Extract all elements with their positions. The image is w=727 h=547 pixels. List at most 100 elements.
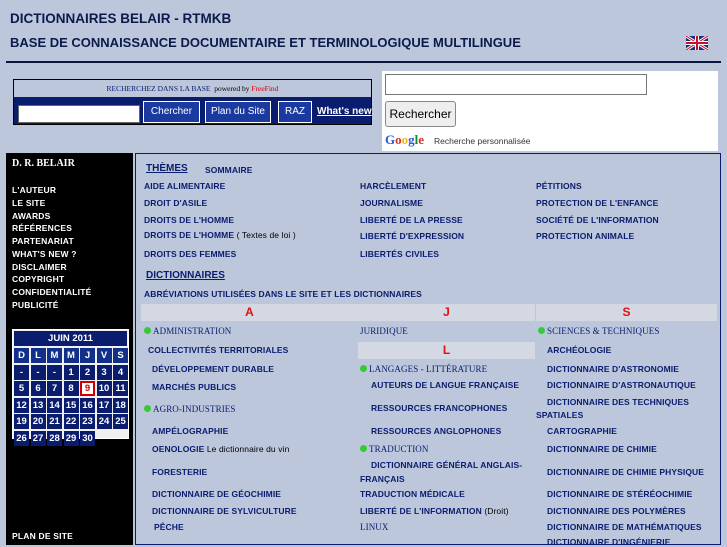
sitemap-button[interactable]: Plan du Site — [205, 101, 271, 123]
theme-womens-rights[interactable]: DROITS DES FEMMES — [144, 249, 236, 259]
reset-button[interactable]: RAZ — [278, 101, 312, 123]
dict-general-en-fr-line2[interactable]: FRANÇAIS — [360, 474, 405, 484]
dict-geochemistry[interactable]: DICTIONNAIRE DE GÉOCHIMIE — [152, 489, 281, 499]
dict-agro-industries[interactable]: AGRO-INDUSTRIES — [144, 404, 236, 414]
calendar-day[interactable]: 9 — [80, 381, 95, 396]
dict-astronomy[interactable]: DICTIONNAIRE D'ASTRONOMIE — [547, 364, 679, 374]
summary-link[interactable]: SOMMAIRE — [205, 165, 253, 175]
calendar-day[interactable]: 8 — [63, 381, 79, 396]
dict-cartography[interactable]: CARTOGRAPHIE — [547, 426, 617, 436]
dict-public-procurement[interactable]: MARCHÉS PUBLICS — [152, 382, 236, 392]
theme-human-rights[interactable]: DROITS DE L'HOMME — [144, 215, 234, 225]
sidebar-link-copyright[interactable]: COPYRIGHT — [12, 274, 64, 284]
sidebar-link-whats-new[interactable]: WHAT'S NEW ? — [12, 249, 77, 259]
dict-silviculture[interactable]: DICTIONNAIRE DE SYLVICULTURE — [152, 506, 297, 516]
dict-stereochemistry[interactable]: DICTIONNAIRE DE STÉRÉOCHIMIE — [547, 489, 692, 499]
calendar-day[interactable]: 23 — [80, 414, 95, 429]
dict-french-authors[interactable]: AUTEURS DE LANGUE FRANÇAISE — [371, 380, 519, 390]
sidebar-link-sitemap[interactable]: PLAN DE SITE — [12, 531, 73, 541]
calendar-day[interactable]: 24 — [96, 414, 112, 429]
dict-general-en-fr[interactable]: DICTIONNAIRE GÉNÉRAL ANGLAIS- — [371, 460, 522, 470]
uk-flag-icon[interactable] — [686, 36, 708, 50]
sidebar-link-references[interactable]: RÉFÉRENCES — [12, 223, 72, 233]
calendar-day[interactable]: 5 — [14, 381, 29, 396]
calendar-day[interactable]: 15 — [63, 397, 79, 413]
theme-human-rights-laws[interactable]: DROITS DE L'HOMME ( Textes de loi ) — [144, 230, 296, 240]
dict-francophone-resources[interactable]: RESSOURCES FRANCOPHONES — [371, 403, 507, 413]
calendar-day[interactable]: 19 — [14, 414, 29, 429]
theme-harassment[interactable]: HARCÈLEMENT — [360, 181, 426, 191]
dict-anglophone-resources[interactable]: RESSOURCES ANGLOPHONES — [371, 426, 501, 436]
calendar-day[interactable]: 18 — [113, 397, 128, 413]
theme-press-freedom[interactable]: LIBERTÉ DE LA PRESSE — [360, 215, 463, 225]
dict-forestry[interactable]: FORESTERIE — [152, 467, 207, 477]
theme-free-speech[interactable]: LIBERTÉ D'EXPRESSION — [360, 231, 464, 241]
calendar-day[interactable]: 6 — [30, 381, 46, 396]
dict-sciences-techniques[interactable]: SCIENCES & TECHNIQUES — [538, 326, 659, 336]
dict-sustainable-development[interactable]: DÉVELOPPEMENT DURABLE — [152, 364, 274, 374]
dict-fishing[interactable]: PÊCHE — [154, 522, 184, 532]
calendar-day[interactable]: 4 — [113, 364, 128, 380]
calendar-day[interactable]: 30 — [80, 430, 95, 446]
dict-oenology[interactable]: OENOLOGIE Le dictionnaire du vin — [152, 444, 289, 454]
calendar-day[interactable]: 25 — [113, 414, 128, 429]
sidebar-link-author[interactable]: L'AUTEUR — [12, 185, 56, 195]
dict-ampelography[interactable]: AMPÉLOGRAPHIE — [152, 426, 228, 436]
theme-animal-protection[interactable]: PROTECTION ANIMALE — [536, 231, 634, 241]
dict-astronautics[interactable]: DICTIONNAIRE D'ASTRONAUTIQUE — [547, 380, 696, 390]
theme-child-protection[interactable]: PROTECTION DE L'ENFANCE — [536, 198, 658, 208]
theme-information-society[interactable]: SOCIÉTÉ DE L'INFORMATION — [536, 215, 659, 225]
calendar-day[interactable]: 3 — [96, 364, 112, 380]
calendar-day[interactable]: 27 — [30, 430, 46, 446]
theme-asylum-law[interactable]: DROIT D'ASILE — [144, 198, 207, 208]
dict-archaeology[interactable]: ARCHÉOLOGIE — [547, 345, 611, 355]
google-search-button[interactable]: Rechercher — [385, 101, 456, 127]
dict-legal[interactable]: JURIDIQUE — [360, 326, 408, 336]
dict-polymers[interactable]: DICTIONNAIRE DES POLYMÈRES — [547, 506, 686, 516]
search-button[interactable]: Chercher — [143, 101, 200, 123]
theme-civil-liberties[interactable]: LIBERTÉS CIVILES — [360, 249, 439, 259]
dict-medical-translation[interactable]: TRADUCTION MÉDICALE — [360, 489, 465, 499]
calendar-day[interactable]: 12 — [14, 397, 29, 413]
dict-engineering[interactable]: DICTIONNAIRE D'INGÉNIERIE — [547, 537, 671, 547]
calendar-day[interactable]: 28 — [47, 430, 62, 446]
abbreviations-link[interactable]: ABRÉVIATIONS UTILISÉES DANS LE SITE ET L… — [144, 289, 422, 299]
calendar-day[interactable]: 22 — [63, 414, 79, 429]
dict-space-techniques-line2[interactable]: SPATIALES — [536, 410, 583, 420]
dict-local-authorities[interactable]: COLLECTIVITÉS TERRITORIALES — [148, 345, 288, 355]
dict-languages-literature[interactable]: LANGAGES - LITTÉRATURE — [360, 364, 487, 374]
sidebar-link-site[interactable]: LE SITE — [12, 198, 46, 208]
dict-chemistry[interactable]: DICTIONNAIRE DE CHIMIE — [547, 444, 657, 454]
calendar-day[interactable]: 21 — [47, 414, 62, 429]
dict-translation[interactable]: TRADUCTION — [360, 444, 429, 454]
calendar-day[interactable]: 11 — [113, 381, 128, 396]
theme-petitions[interactable]: PÉTITIONS — [536, 181, 582, 191]
calendar-day[interactable]: 14 — [47, 397, 62, 413]
calendar-day[interactable]: 17 — [96, 397, 112, 413]
calendar-day[interactable]: 7 — [47, 381, 62, 396]
theme-journalism[interactable]: JOURNALISME — [360, 198, 423, 208]
calendar-day[interactable]: 29 — [63, 430, 79, 446]
calendar-day[interactable]: 10 — [96, 381, 112, 396]
sidebar-link-privacy[interactable]: CONFIDENTIALITÉ — [12, 287, 92, 297]
sidebar-link-awards[interactable]: AWARDS — [12, 211, 51, 221]
google-search-input[interactable] — [385, 74, 647, 95]
calendar-day[interactable]: 20 — [30, 414, 46, 429]
dict-mathematics[interactable]: DICTIONNAIRE DE MATHÉMATIQUES — [547, 522, 702, 532]
whats-new-link[interactable]: What's new — [317, 106, 372, 117]
calendar-day[interactable]: 2 — [80, 364, 95, 380]
calendar-day[interactable]: 26 — [14, 430, 29, 446]
freefind-search-input[interactable] — [18, 105, 140, 123]
dict-linux[interactable]: LINUX — [360, 522, 389, 532]
dict-administration[interactable]: ADMINISTRATION — [144, 326, 231, 336]
calendar-day[interactable]: 1 — [63, 364, 79, 380]
calendar-day[interactable]: 16 — [80, 397, 95, 413]
sidebar-link-advertising[interactable]: PUBLICITÉ — [12, 300, 59, 310]
dict-physical-chemistry[interactable]: DICTIONNAIRE DE CHIMIE PHYSIQUE — [547, 467, 704, 477]
calendar-day[interactable]: 13 — [30, 397, 46, 413]
sidebar-link-disclaimer[interactable]: DISCLAIMER — [12, 262, 67, 272]
dict-space-techniques[interactable]: DICTIONNAIRE DES TECHNIQUES — [547, 397, 689, 407]
theme-food-aid[interactable]: AIDE ALIMENTAIRE — [144, 181, 225, 191]
dictionaries-heading[interactable]: DICTIONNAIRES — [146, 270, 225, 281]
themes-heading[interactable]: THÈMES — [146, 163, 188, 174]
